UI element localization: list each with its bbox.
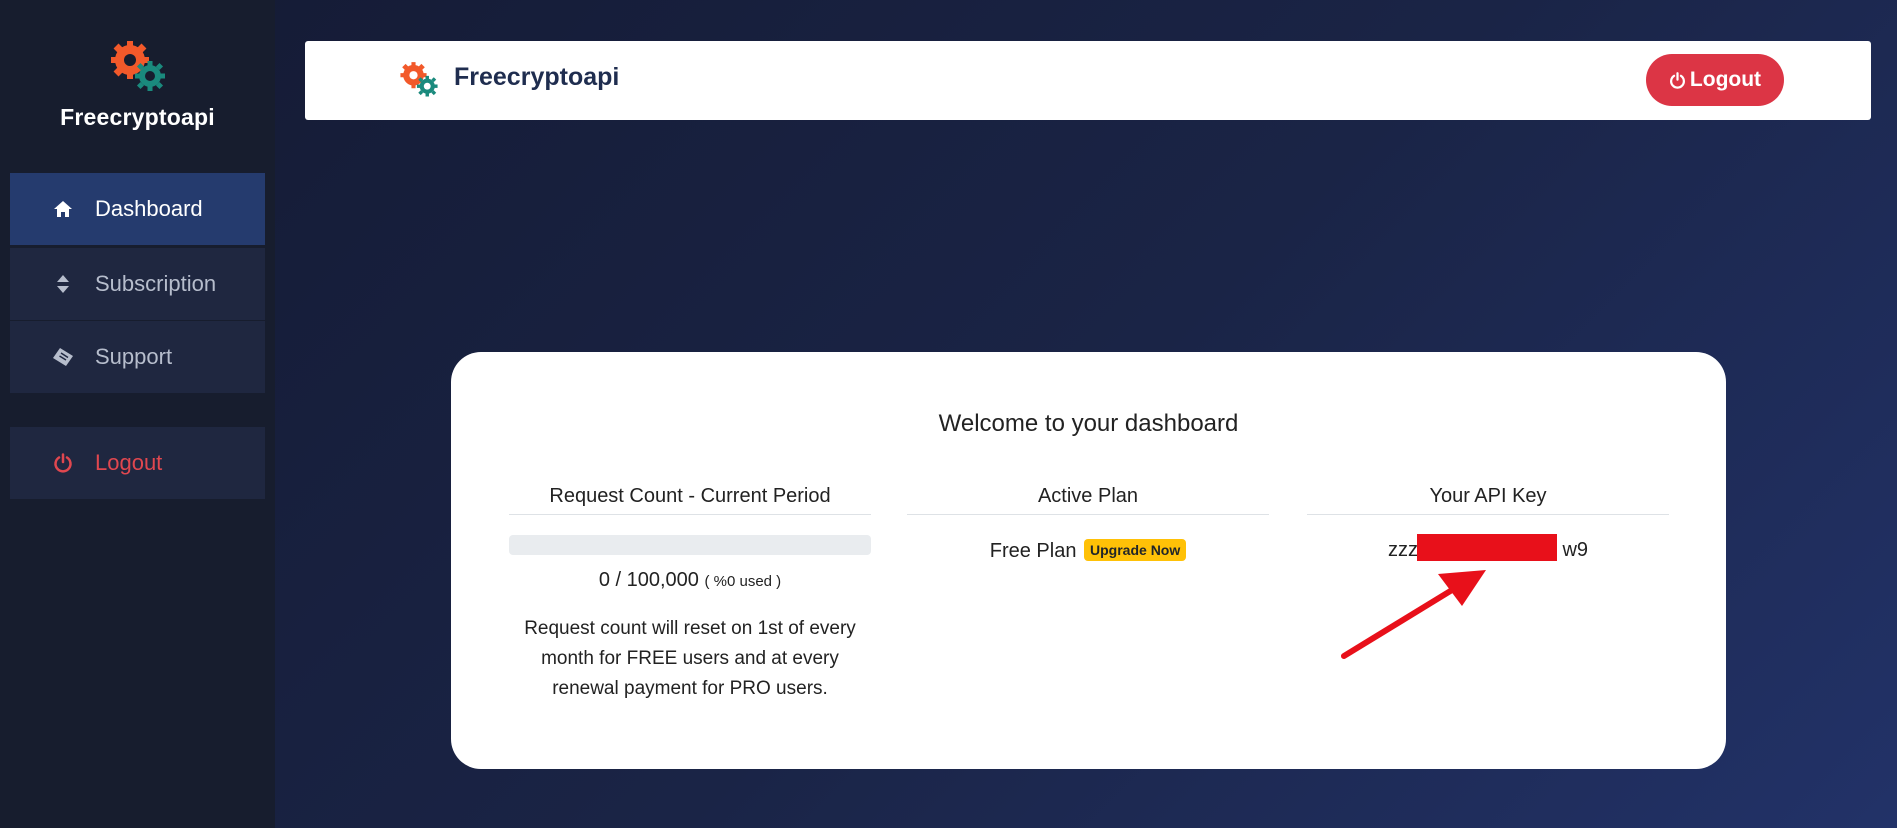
- top-header: Freecryptoapi Logout: [305, 41, 1871, 120]
- api-key-heading: Your API Key: [1307, 485, 1669, 515]
- power-icon: [1669, 71, 1685, 89]
- gears-logo-icon: [400, 62, 438, 97]
- header-title[interactable]: Freecryptoapi: [454, 63, 619, 92]
- gears-logo-icon: [110, 41, 165, 91]
- sidebar-brand[interactable]: Freecryptoapi: [0, 38, 275, 131]
- redaction-block: [1417, 534, 1557, 561]
- active-plan-heading: Active Plan: [907, 485, 1269, 515]
- request-count-text: 0 / 100,000: [598, 569, 699, 591]
- sidebar-item-dashboard[interactable]: Dashboard: [10, 173, 265, 245]
- logout-button[interactable]: Logout: [1646, 54, 1784, 106]
- request-count-heading: Request Count - Current Period: [509, 485, 871, 515]
- sidebar-brand-name: Freecryptoapi: [60, 104, 215, 130]
- welcome-heading: Welcome to your dashboard: [938, 410, 1239, 437]
- sidebar-item-support[interactable]: Support: [10, 321, 265, 393]
- request-count-section: Request Count - Current Period 0 / 100,0…: [509, 485, 871, 704]
- home-icon: [52, 198, 74, 220]
- sidebar: Freecryptoapi Dashboard Subscription Sup…: [0, 0, 275, 828]
- reset-note: Request count will reset on 1st of every…: [524, 618, 856, 699]
- active-plan-section: Active Plan Free Plan Upgrade Now: [907, 485, 1269, 563]
- api-key-suffix: w9: [1562, 539, 1589, 561]
- sidebar-item-label: Logout: [95, 450, 163, 475]
- upgrade-now-badge[interactable]: Upgrade Now: [1084, 539, 1187, 561]
- sidebar-item-logout[interactable]: Logout: [10, 427, 265, 499]
- request-percent-text: ( %0 used ): [704, 573, 782, 590]
- sort-icon: [52, 273, 74, 295]
- plan-line: Free Plan Upgrade Now: [907, 539, 1269, 563]
- power-icon: [52, 452, 74, 474]
- request-count-value: 0 / 100,000 ( %0 used ): [509, 569, 871, 592]
- sidebar-item-label: Support: [95, 344, 173, 369]
- sidebar-item-subscription[interactable]: Subscription: [10, 248, 265, 320]
- plan-name: Free Plan: [989, 540, 1077, 562]
- sidebar-item-label: Dashboard: [95, 196, 203, 221]
- sidebar-item-label: Subscription: [95, 271, 217, 296]
- ticket-icon: [52, 346, 74, 368]
- request-progress-bar: [509, 535, 871, 555]
- logout-button-label: Logout: [1689, 68, 1762, 91]
